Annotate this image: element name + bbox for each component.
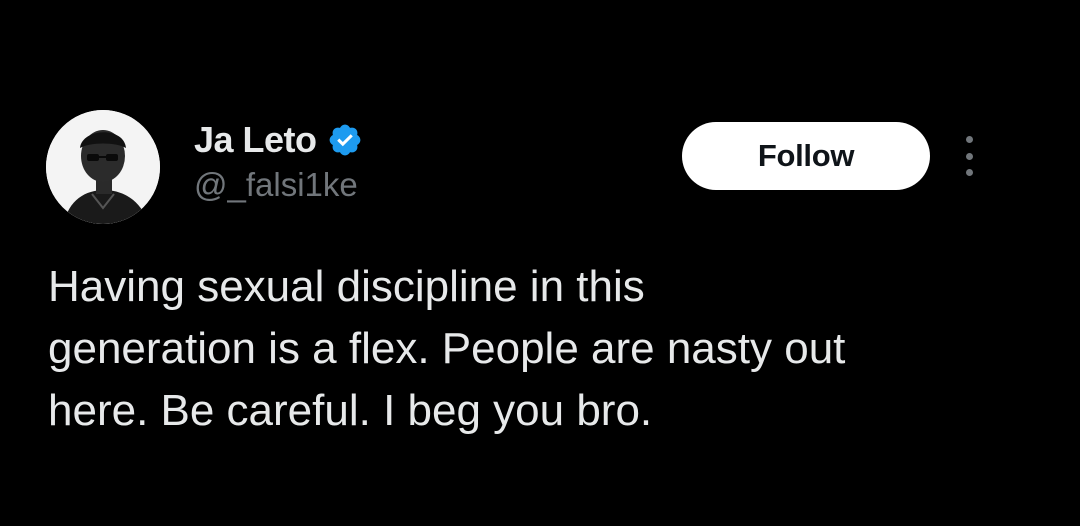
avatar[interactable] [46, 110, 160, 224]
tweet-text: Having sexual discipline in this generat… [48, 256, 1048, 442]
tweet-text-line: here. Be careful. I beg you bro. [48, 386, 653, 435]
verified-badge-icon [327, 122, 363, 158]
tweet-card: Ja Leto @_falsi1ke Follow Having sexual … [0, 0, 1080, 526]
tweet-text-line: Having sexual discipline in this [48, 262, 645, 311]
more-dot [965, 169, 973, 176]
tweet-text-line: generation is a flex. People are nasty o… [48, 324, 846, 373]
more-options-icon[interactable] [955, 136, 983, 176]
display-name[interactable]: Ja Leto [194, 119, 317, 161]
author-name-row: Ja Leto [194, 118, 363, 162]
user-handle[interactable]: @_falsi1ke [194, 166, 358, 204]
more-dot [965, 152, 973, 160]
avatar-photo [46, 110, 160, 224]
follow-button[interactable]: Follow [682, 122, 930, 190]
more-dot [965, 136, 973, 143]
